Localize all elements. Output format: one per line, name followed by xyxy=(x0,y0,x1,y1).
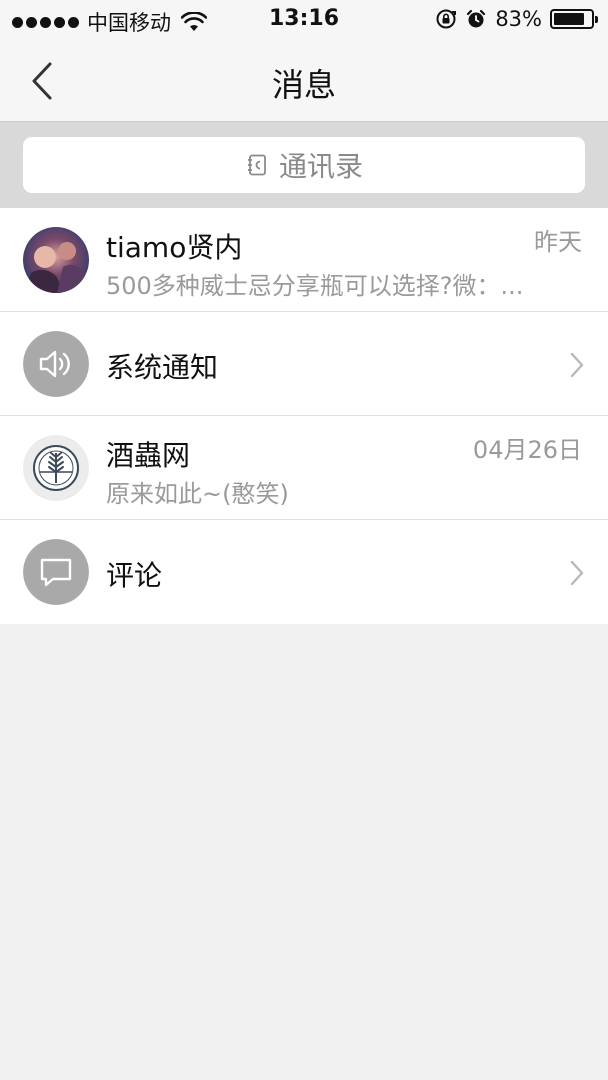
battery-percent: 83% xyxy=(495,7,542,31)
contacts-book-icon xyxy=(247,154,266,176)
list-item-jiuchong[interactable]: 酒蟲网 原来如此~(憨笑) 04月26日 xyxy=(0,416,608,520)
chevron-right-icon xyxy=(570,560,584,586)
avatar xyxy=(23,227,89,293)
row-preview: 500多种威士忌分享瓶可以选择?微：... xyxy=(106,272,524,300)
alarm-icon xyxy=(467,9,486,28)
message-list: tiamo贤内 500多种威士忌分享瓶可以选择?微：... 昨天 系统通知 酒蟲… xyxy=(0,208,608,624)
comment-icon xyxy=(23,539,89,605)
row-preview: 原来如此~(憨笑) xyxy=(106,480,289,508)
status-right: 83% xyxy=(435,7,598,31)
list-item-tiamo[interactable]: tiamo贤内 500多种威士忌分享瓶可以选择?微：... 昨天 xyxy=(0,208,608,312)
list-item-system-notice[interactable]: 系统通知 xyxy=(0,312,608,416)
battery-icon xyxy=(550,9,598,29)
row-time: 昨天 xyxy=(534,228,582,256)
row-time: 04月26日 xyxy=(472,436,582,464)
rotation-lock-icon xyxy=(436,9,457,29)
battery-fill xyxy=(554,13,584,25)
row-title: 酒蟲网 xyxy=(106,439,191,472)
contacts-label: 通讯录 xyxy=(278,150,363,183)
list-item-comments[interactable]: 评论 xyxy=(0,520,608,624)
speaker-icon xyxy=(23,331,89,397)
row-title: 评论 xyxy=(106,559,163,592)
contacts-search-box[interactable]: 通讯录 xyxy=(23,137,585,193)
wheat-logo-icon xyxy=(23,435,89,501)
row-title: 系统通知 xyxy=(106,351,219,384)
chevron-right-icon xyxy=(570,352,584,378)
search-area: 通讯录 xyxy=(0,122,608,208)
nav-bar: 消息 xyxy=(0,40,608,122)
status-bar: 中国移动 13:16 83% xyxy=(0,0,608,40)
row-title: tiamo贤内 xyxy=(106,231,243,264)
page-title: 消息 xyxy=(271,66,336,104)
